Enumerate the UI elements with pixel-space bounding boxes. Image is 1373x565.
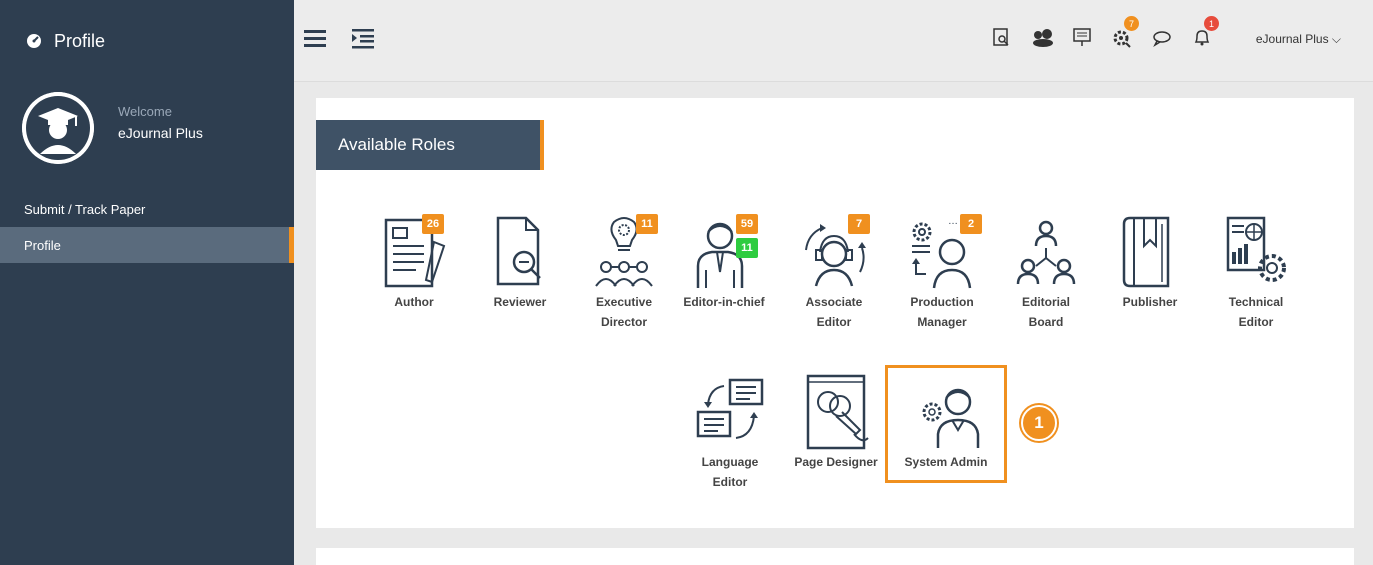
role-badge: 11: [636, 214, 658, 234]
role-label: Language: [701, 455, 759, 469]
system-admin-highlight: [885, 365, 1007, 483]
language-editor-icon: [696, 378, 764, 439]
reviewer-icon: [496, 216, 541, 286]
role-technical-editor[interactable]: Technical Editor: [1208, 212, 1304, 332]
indent-menu-icon[interactable]: [352, 28, 378, 50]
welcome-text: Welcome: [118, 104, 172, 119]
notification-badge: 1: [1204, 16, 1219, 31]
chat-icon[interactable]: [1151, 26, 1173, 48]
role-badge: 26: [422, 214, 444, 234]
role-label-line2: Board: [1028, 315, 1064, 329]
role-label: Production: [910, 295, 974, 309]
role-label: Reviewer: [493, 295, 547, 309]
role-badge-secondary: 11: [736, 238, 758, 258]
publisher-icon: [1122, 216, 1170, 288]
role-label-line2: Editor: [1238, 315, 1274, 329]
users-icon[interactable]: [1031, 26, 1053, 48]
role-language-editor[interactable]: Language Editor: [682, 372, 778, 492]
role-reviewer[interactable]: Reviewer: [472, 212, 568, 312]
user-block: Welcome eJournal Plus: [0, 82, 294, 187]
role-label-line2: Editor: [816, 315, 852, 329]
user-menu[interactable]: eJournal Plus ⌵: [1256, 32, 1341, 47]
bell-icon[interactable]: 1: [1191, 16, 1219, 48]
sidebar-item-label: Profile: [24, 237, 61, 253]
sidebar-item-profile[interactable]: Profile: [0, 227, 294, 263]
role-editorial-board[interactable]: Editorial Board: [998, 212, 1094, 332]
role-associate-editor[interactable]: Associate Editor 7: [786, 212, 882, 332]
step-marker: 1: [1021, 405, 1057, 441]
role-label: Editor-in-chief: [683, 295, 765, 309]
role-page-designer[interactable]: Page Designer: [784, 372, 888, 472]
role-badge: 59: [736, 214, 758, 234]
role-label: Executive: [595, 295, 653, 309]
secondary-panel: [316, 548, 1354, 565]
search-document-icon[interactable]: [991, 26, 1013, 48]
role-editor-in-chief[interactable]: Editor-in-chief 59 11: [674, 212, 774, 312]
top-bar: 7 1 eJournal Plus ⌵: [294, 0, 1373, 82]
role-label: Technical: [1228, 295, 1284, 309]
avatar: [22, 92, 94, 164]
role-label: Associate: [805, 295, 863, 309]
role-badge: 7: [848, 214, 870, 234]
dashboard-icon: [26, 32, 44, 50]
notification-badge: 7: [1124, 16, 1139, 31]
role-label: Page Designer: [794, 455, 878, 469]
sidebar-item-submit-track-paper[interactable]: Submit / Track Paper: [0, 191, 294, 227]
role-production-manager[interactable]: … Production Manager 2: [890, 212, 994, 332]
technical-editor-icon: [1226, 216, 1286, 282]
role-label-line2: Manager: [917, 315, 967, 329]
sidebar-username: eJournal Plus: [118, 125, 203, 141]
role-executive-director[interactable]: Executive Director 11: [576, 212, 672, 332]
section-title: Available Roles: [316, 120, 544, 170]
page-designer-icon: [806, 374, 869, 450]
hamburger-menu-icon[interactable]: [304, 28, 330, 50]
sidebar-title: Profile: [54, 30, 106, 51]
role-publisher[interactable]: Publisher: [1102, 212, 1198, 312]
role-label: Editorial: [1021, 295, 1070, 309]
role-badge: 2: [960, 214, 982, 234]
role-label-line2: Editor: [712, 475, 748, 489]
role-author[interactable]: Author 26: [366, 212, 462, 312]
svg-text:…: …: [948, 216, 958, 227]
role-label: Publisher: [1122, 295, 1178, 309]
app-root: Profile Welcome eJournal Plus Submit / T…: [0, 0, 1373, 565]
settings-search-icon[interactable]: 7: [1111, 16, 1139, 48]
role-label: Author: [394, 295, 434, 309]
sidebar: Profile Welcome eJournal Plus Submit / T…: [0, 0, 294, 565]
editorial-board-icon: [1016, 220, 1076, 285]
role-label-line2: Director: [600, 315, 647, 329]
sidebar-header[interactable]: Profile: [0, 0, 294, 82]
presentation-icon[interactable]: [1071, 26, 1093, 48]
sidebar-item-label: Submit / Track Paper: [24, 201, 146, 217]
